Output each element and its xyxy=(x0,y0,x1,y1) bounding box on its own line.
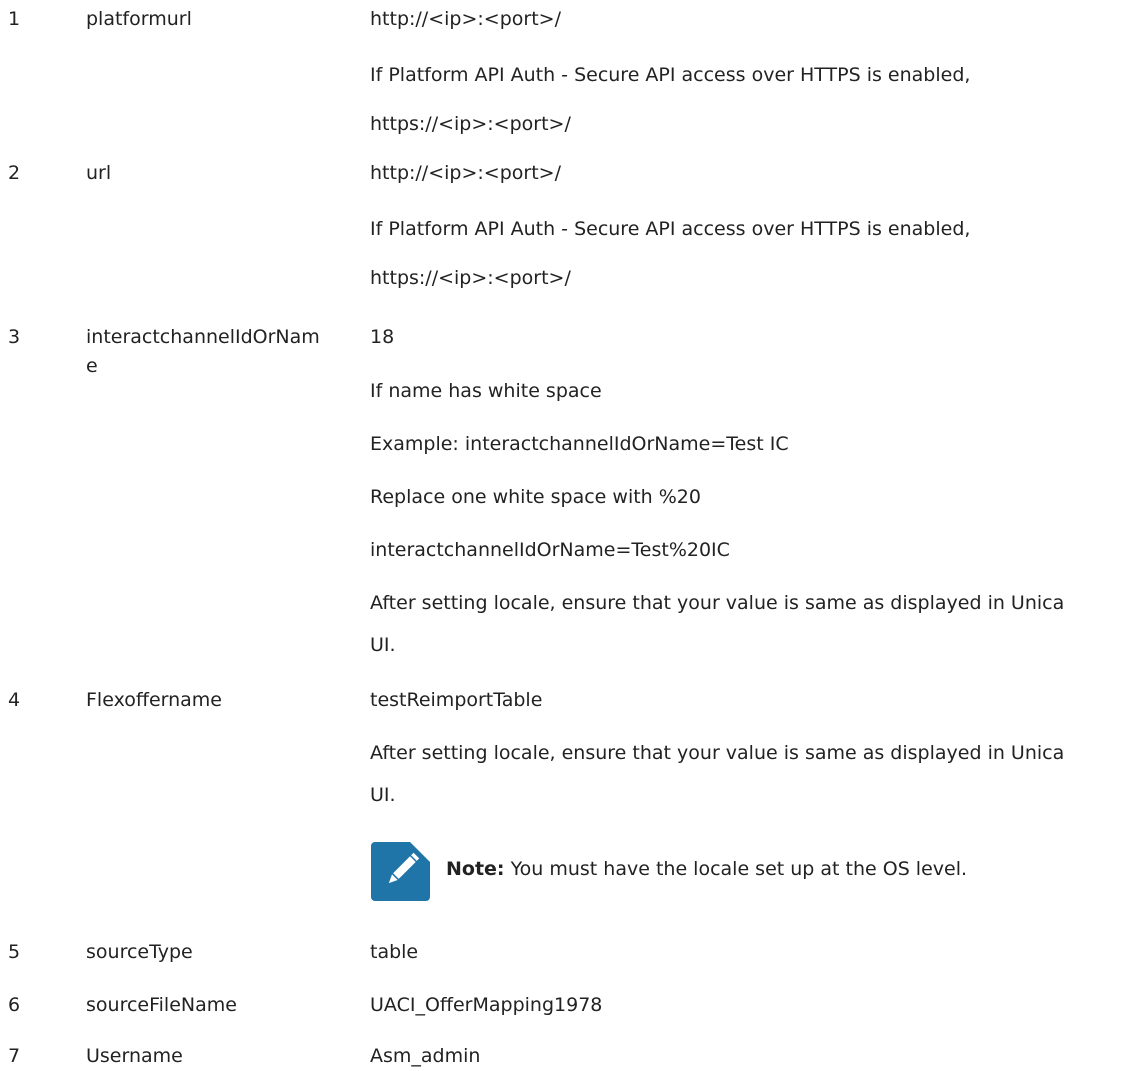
parameter-name: url xyxy=(86,162,112,184)
pencil-note-icon xyxy=(371,842,430,901)
value-line: http://<ip>:<port>/ xyxy=(370,162,561,184)
row-number: 7 xyxy=(8,1045,21,1067)
parameter-name: platformurl xyxy=(86,8,192,30)
value-line: Asm_admin xyxy=(370,1045,481,1067)
note-body: You must have the locale set up at the O… xyxy=(504,858,968,880)
value-line: 18 xyxy=(370,326,395,348)
value-line: https://<ip>:<port>/ xyxy=(370,267,571,289)
value-line: If name has white space xyxy=(370,380,602,402)
parameter-name-wrap: e xyxy=(86,355,98,377)
value-line: UACI_OfferMapping1978 xyxy=(370,994,603,1016)
row-number: 3 xyxy=(8,326,21,348)
value-line: Replace one white space with %20 xyxy=(370,486,701,508)
row-number: 2 xyxy=(8,162,21,184)
parameter-name: sourceType xyxy=(86,941,193,963)
parameter-name: Username xyxy=(86,1045,183,1067)
row-number: 4 xyxy=(8,689,21,711)
value-line: table xyxy=(370,941,419,963)
value-line: If Platform API Auth - Secure API access… xyxy=(370,64,971,86)
value-line: UI. xyxy=(370,784,396,806)
value-line: After setting locale, ensure that your v… xyxy=(370,592,1065,614)
parameter-name: interactchannelIdOrNam xyxy=(86,326,320,348)
value-line: After setting locale, ensure that your v… xyxy=(370,742,1065,764)
parameter-name: Flexoffername xyxy=(86,689,222,711)
value-line: testReimportTable xyxy=(370,689,543,711)
value-line: If Platform API Auth - Secure API access… xyxy=(370,218,971,240)
value-line: interactchannelIdOrName=Test%20IC xyxy=(370,539,730,561)
note-label: Note: xyxy=(446,858,505,880)
value-line: https://<ip>:<port>/ xyxy=(370,113,571,135)
row-number: 6 xyxy=(8,994,21,1016)
row-number: 1 xyxy=(8,8,21,30)
value-line: http://<ip>:<port>/ xyxy=(370,8,561,30)
parameter-name: sourceFileName xyxy=(86,994,237,1016)
row-number: 5 xyxy=(8,941,21,963)
value-line: UI. xyxy=(370,634,396,656)
value-line: Example: interactchannelIdOrName=Test IC xyxy=(370,433,789,455)
